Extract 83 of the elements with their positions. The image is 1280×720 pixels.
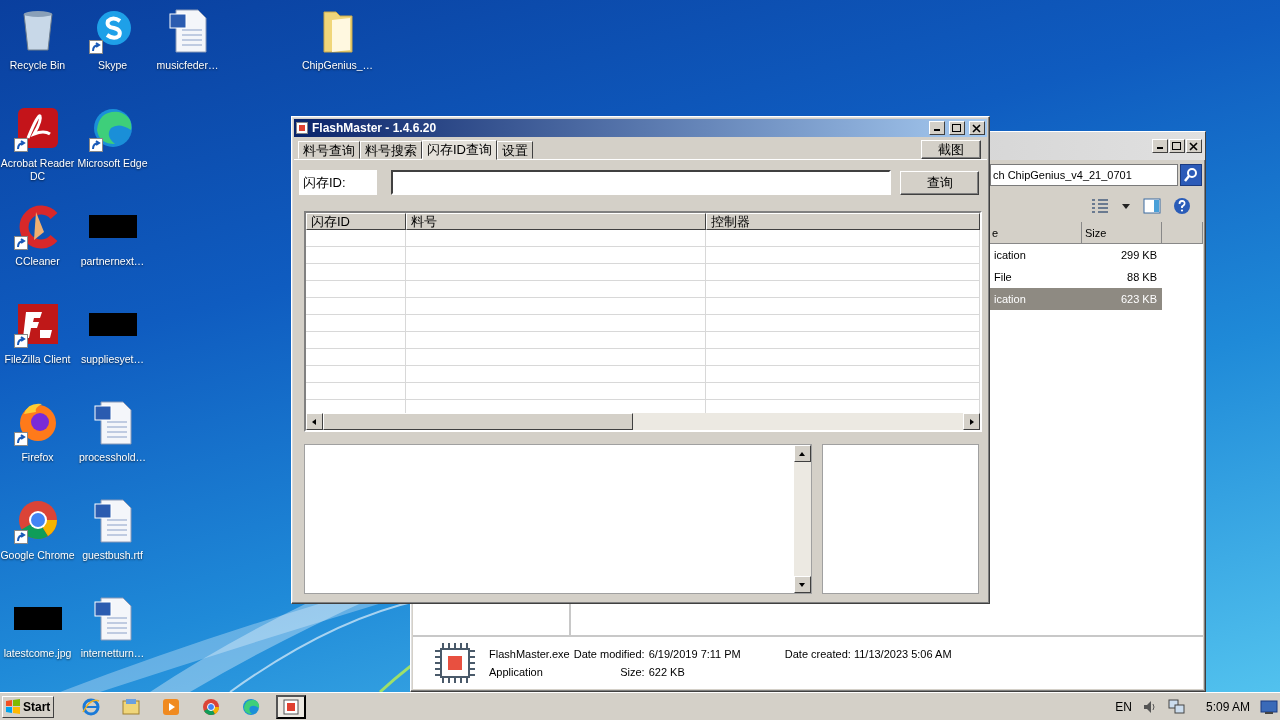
desktop-shortcut[interactable]: Google Chrome xyxy=(0,490,75,588)
desktop-shortcut[interactable]: Skype xyxy=(75,0,150,98)
help-icon[interactable] xyxy=(1173,197,1191,215)
language-indicator[interactable]: EN xyxy=(1115,699,1132,714)
column-header[interactable]: 闪存ID xyxy=(306,213,406,230)
desktop-shortcut[interactable]: Acrobat Reader DC xyxy=(0,98,75,196)
browser-icon xyxy=(201,696,221,717)
file-name: FlashMaster.exe xyxy=(489,648,570,660)
minimize-icon xyxy=(1157,147,1163,149)
scroll-down-button[interactable] xyxy=(793,576,811,593)
app-icon xyxy=(296,122,308,134)
vertical-scrollbar[interactable] xyxy=(793,445,811,593)
maximize-icon xyxy=(952,123,962,133)
query-button[interactable]: 查询 xyxy=(900,170,979,195)
network-icon[interactable] xyxy=(1167,698,1186,715)
file-size-cell[interactable]: 88 KB xyxy=(1082,266,1162,288)
folder-icon xyxy=(121,696,141,717)
close-button[interactable] xyxy=(1186,139,1202,153)
search-field[interactable]: ch ChipGenius_v4_21_0701 xyxy=(990,164,1178,186)
scroll-thumb[interactable] xyxy=(323,413,633,430)
scroll-left-button[interactable] xyxy=(306,413,323,430)
screenshot-button[interactable]: 截图 xyxy=(921,139,981,159)
close-button[interactable] xyxy=(969,121,985,135)
play-icon xyxy=(161,696,181,717)
arrow-right-icon xyxy=(967,417,976,426)
column-header[interactable]: 料号 xyxy=(406,213,706,230)
start-button[interactable]: Start xyxy=(2,695,54,718)
tab[interactable]: 闪存ID查询 xyxy=(422,140,497,160)
column-header[interactable]: 控制器 xyxy=(706,213,980,230)
preview-pane-icon[interactable] xyxy=(1143,198,1161,214)
desktop-shortcut[interactable]: internetturn… xyxy=(75,588,150,686)
desktop-shortcut[interactable]: Firefox xyxy=(0,392,75,490)
input-field[interactable] xyxy=(390,170,892,195)
window-title: FlashMaster - 1.4.6.20 xyxy=(312,121,438,135)
close-icon xyxy=(1189,141,1199,151)
file-type-cell[interactable]: ication xyxy=(989,244,1082,266)
search-button[interactable] xyxy=(1180,164,1202,186)
desktop-shortcut[interactable]: FileZilla Client xyxy=(0,294,75,392)
desktop-shortcut[interactable]: suppliesyet… xyxy=(75,294,150,392)
arrow-left-icon xyxy=(310,417,319,426)
tab[interactable]: 设置 xyxy=(497,141,533,159)
desktop-shortcut[interactable]: Recycle Bin xyxy=(0,0,75,98)
file-size: 622 KB xyxy=(648,666,686,678)
taskbar-button[interactable] xyxy=(276,694,306,719)
tab[interactable]: 料号搜索 xyxy=(360,141,422,159)
column-header[interactable]: e xyxy=(989,222,1082,244)
chip-icon xyxy=(281,696,301,717)
horizontal-scrollbar[interactable] xyxy=(306,413,980,430)
desktop-shortcut[interactable]: Microsoft Edge xyxy=(75,98,150,196)
file-type: Application xyxy=(489,666,544,678)
date-created: Date created: 11/13/2023 5:06 AM xyxy=(784,648,952,660)
field-label: Size: xyxy=(619,666,645,678)
minimize-button[interactable] xyxy=(929,121,945,135)
desktop-shortcut[interactable]: processhold… xyxy=(75,392,150,490)
file-type-cell[interactable]: File xyxy=(989,266,1082,288)
arrow-down-icon xyxy=(798,580,807,589)
browser-icon xyxy=(81,696,101,717)
date-modified: 6/19/2019 7:11 PM xyxy=(648,648,741,660)
caret-icon[interactable] xyxy=(1121,201,1131,211)
desktop-shortcut[interactable]: ChipGenius_… xyxy=(300,0,375,98)
desktop-shortcut[interactable]: partnernext… xyxy=(75,196,150,294)
clock[interactable]: 5:09 AM xyxy=(1205,699,1250,714)
tab[interactable]: 料号查询 xyxy=(298,141,360,159)
field-label: 闪存ID: xyxy=(299,170,377,195)
scroll-up-button[interactable] xyxy=(793,445,811,462)
scroll-right-button[interactable] xyxy=(963,413,980,430)
desktop-shortcut[interactable]: musicfeder… xyxy=(150,0,225,98)
flag-icon xyxy=(5,698,21,715)
show-desktop-icon[interactable] xyxy=(1260,698,1278,715)
browser-icon xyxy=(241,696,261,717)
column-header[interactable]: Size xyxy=(1082,222,1162,244)
search-icon xyxy=(1183,167,1199,183)
maximize-button[interactable] xyxy=(949,121,965,135)
field-label: Date modified: xyxy=(573,648,645,660)
desktop-shortcut[interactable]: latestcome.jpg xyxy=(0,588,75,686)
view-list-icon[interactable] xyxy=(1091,198,1109,214)
close-icon xyxy=(972,123,982,133)
desktop-shortcut[interactable]: CCleaner xyxy=(0,196,75,294)
maximize-icon xyxy=(1172,141,1182,151)
minimize-button[interactable] xyxy=(1152,139,1168,153)
desktop-shortcut[interactable]: guestbush.rtf xyxy=(75,490,150,588)
file-size-cell[interactable]: 299 KB xyxy=(1082,244,1162,266)
maximize-button[interactable] xyxy=(1169,139,1185,153)
